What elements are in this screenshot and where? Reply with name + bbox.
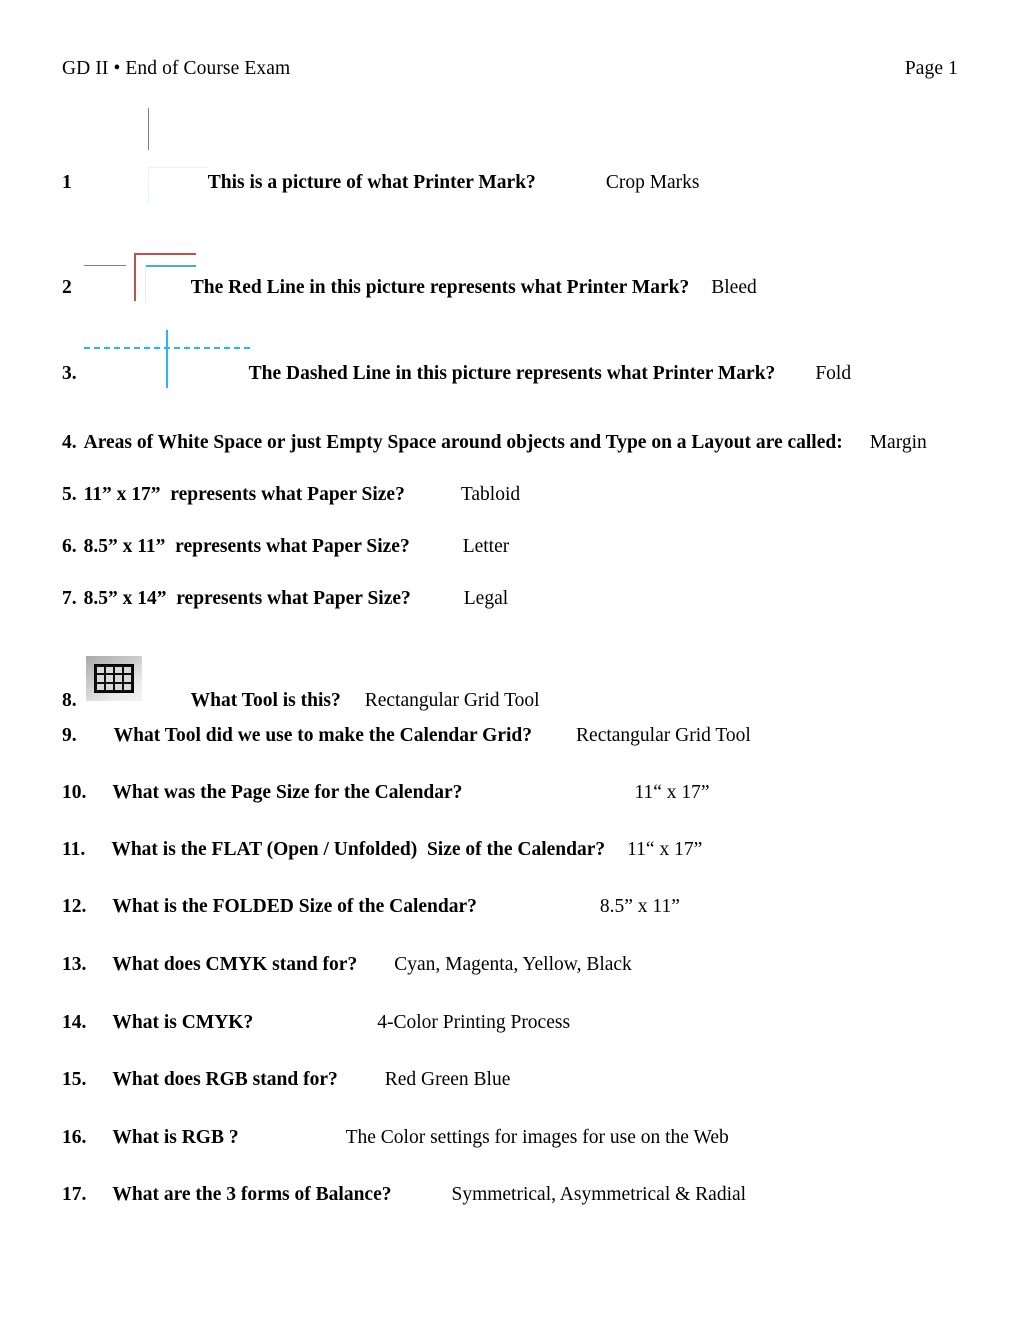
question-number: 17. — [62, 1184, 87, 1205]
question-text: What does CMYK stand for? — [112, 954, 358, 975]
question-text: 8.5” x 14” represents what Paper Size? — [83, 588, 411, 609]
question-answer: 11“ x 17” — [627, 839, 703, 860]
question-text: What is the FOLDED Size of the Calendar? — [112, 896, 477, 917]
question-answer: Legal — [463, 588, 509, 609]
question-text: What is RGB ? — [112, 1127, 239, 1148]
question-row-6: 6. 8.5” x 11” represents what Paper Size… — [62, 536, 509, 558]
grid-glyph — [94, 664, 134, 693]
question-row-17: 17. What are the 3 forms of Balance? Sym… — [62, 1184, 746, 1206]
question-number: 1 — [62, 172, 72, 193]
question-answer: Letter — [462, 536, 510, 557]
question-text: The Dashed Line in this picture represen… — [248, 363, 776, 384]
question-text: What are the 3 forms of Balance? — [112, 1184, 392, 1205]
question-row-10: 10. What was the Page Size for the Calen… — [62, 782, 710, 804]
question-row-14: 14. What is CMYK? 4-Color Printing Proce… — [62, 1012, 570, 1034]
question-answer: Tabloid — [460, 484, 521, 505]
question-row-11: 11. What is the FLAT (Open / Unfolded) S… — [62, 839, 702, 861]
bleed-line-horizontal-red — [134, 253, 196, 255]
question-row-4: 4. Areas of White Space or just Empty Sp… — [62, 432, 927, 454]
question-row-2: 2 The Red Line in this picture represent… — [62, 277, 757, 299]
question-row-15: 15. What does RGB stand for? Red Green B… — [62, 1069, 510, 1091]
question-row-3: 3. The Dashed Line in this picture repre… — [62, 363, 851, 385]
question-answer: Margin — [869, 432, 927, 453]
grid-cell — [124, 667, 131, 674]
question-answer: The Color settings for images for use on… — [345, 1127, 729, 1148]
question-answer: Rectangular Grid Tool — [364, 690, 540, 711]
grid-cell — [97, 675, 104, 682]
question-number: 11. — [62, 839, 86, 860]
question-answer: 11“ x 17” — [634, 782, 710, 803]
grid-cell — [97, 667, 104, 674]
question-row-9: 9. What Tool did we use to make the Cale… — [62, 725, 751, 747]
question-row-16: 16. What is RGB ? The Color settings for… — [62, 1127, 729, 1149]
question-number: 5. — [62, 484, 77, 505]
question-text: What Tool did we use to make the Calenda… — [113, 725, 533, 746]
question-number: 6. — [62, 536, 77, 557]
question-answer: Red Green Blue — [384, 1069, 511, 1090]
question-row-8: 8. What Tool is this? Rectangular Grid T… — [62, 690, 540, 712]
page-number: Page 1 — [904, 58, 958, 79]
question-answer: Cyan, Magenta, Yellow, Black — [394, 954, 632, 975]
question-text: 11” x 17” represents what Paper Size? — [83, 484, 405, 505]
question-row-5: 5. 11” x 17” represents what Paper Size?… — [62, 484, 520, 506]
question-number: 12. — [62, 896, 87, 917]
question-number: 3. — [62, 363, 77, 384]
question-text: The Red Line in this picture represents … — [190, 277, 690, 298]
grid-cell — [115, 667, 122, 674]
question-answer: Crop Marks — [605, 172, 700, 193]
question-text: What does RGB stand for? — [112, 1069, 338, 1090]
crop-mark-vertical-gray — [148, 108, 149, 150]
grid-cell — [106, 675, 113, 682]
question-answer: 4-Color Printing Process — [377, 1012, 571, 1033]
question-number: 7. — [62, 588, 77, 609]
question-number: 13. — [62, 954, 87, 975]
question-number: 4. — [62, 432, 77, 453]
question-text: What was the Page Size for the Calendar? — [112, 782, 463, 803]
question-number: 15. — [62, 1069, 87, 1090]
trim-line-horizontal-blue — [145, 265, 196, 267]
question-number: 8. — [62, 690, 77, 711]
page-header: GD II • End of Course Exam Page 1 — [62, 58, 958, 80]
question-row-13: 13. What does CMYK stand for? Cyan, Mage… — [62, 954, 632, 976]
exam-page: GD II • End of Course Exam Page 1 1 This… — [0, 0, 1020, 1320]
grid-cell — [115, 675, 122, 682]
question-answer: 8.5” x 11” — [599, 896, 680, 917]
document-title: GD II • End of Course Exam — [62, 58, 291, 79]
question-answer: Rectangular Grid Tool — [576, 725, 751, 746]
question-number: 9. — [62, 725, 77, 746]
question-answer: Bleed — [711, 277, 757, 298]
crop-mark-horizontal-gray — [84, 265, 126, 266]
question-text: This is a picture of what Printer Mark? — [207, 172, 536, 193]
question-text: What is the FLAT (Open / Unfolded) Size … — [111, 839, 606, 860]
grid-cell — [106, 667, 113, 674]
question-text: What is CMYK? — [112, 1012, 254, 1033]
question-answer: Fold — [815, 363, 852, 384]
question-row-7: 7. 8.5” x 14” represents what Paper Size… — [62, 588, 508, 610]
question-number: 10. — [62, 782, 87, 803]
question-number: 14. — [62, 1012, 87, 1033]
question-text: Areas of White Space or just Empty Space… — [83, 432, 843, 453]
question-text: What Tool is this? — [190, 690, 341, 711]
question-row-1: 1 This is a picture of what Printer Mark… — [62, 172, 700, 194]
question-text: 8.5” x 11” represents what Paper Size? — [83, 536, 410, 557]
question-answer: Symmetrical, Asymmetrical & Radial — [451, 1184, 747, 1205]
question-number: 2 — [62, 277, 72, 298]
question-row-12: 12. What is the FOLDED Size of the Calen… — [62, 896, 680, 918]
grid-cell — [124, 675, 131, 682]
question-number: 16. — [62, 1127, 87, 1148]
trim-corner-horizontal — [148, 167, 208, 168]
